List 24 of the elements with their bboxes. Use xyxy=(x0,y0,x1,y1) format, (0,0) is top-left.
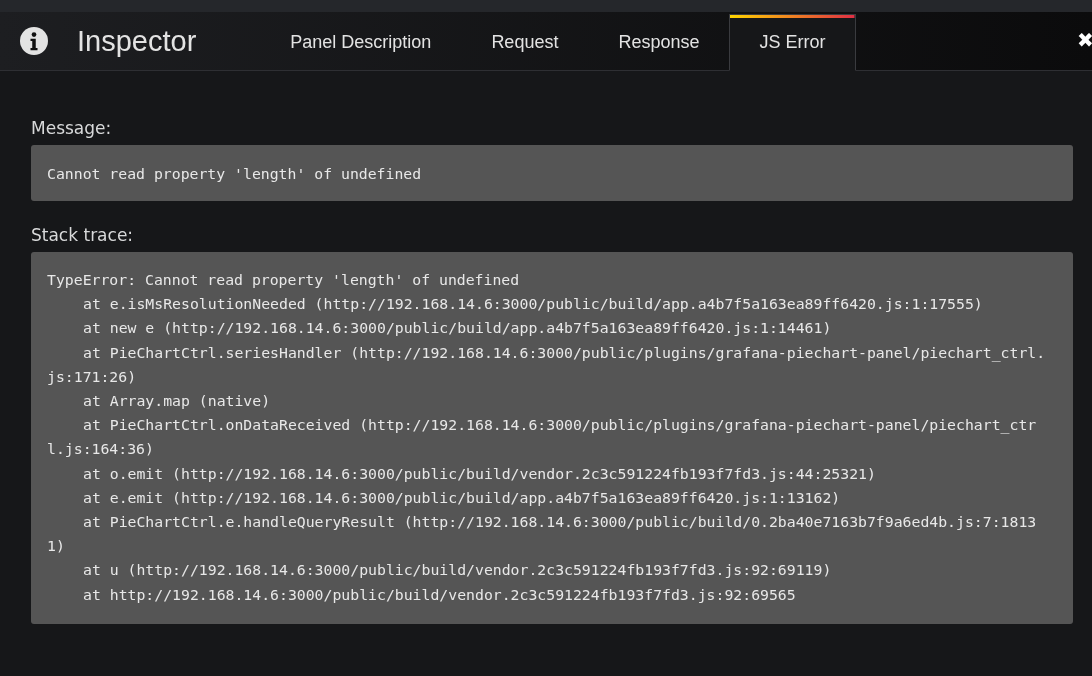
stack-trace-line: at o.emit (http://192.168.14.6:3000/public/build/vendor.2c3c591224fb193f7fd3.js:44:25321) xyxy=(83,464,876,482)
stack-trace-label: Stack trace: xyxy=(31,225,135,245)
stack-trace-line: TypeError: Cannot read property 'length' of undefined xyxy=(47,271,520,288)
message-label: Message: xyxy=(31,118,113,138)
stack-trace-line: at http://192.168.14.6:3000/public/build/vendor.2c3c591224fb193f7fd3.js:92:69565 xyxy=(83,585,796,603)
tab[interactable]: Response xyxy=(588,14,730,70)
stack-trace-line: at PieChartCtrl.e.handleQueryResult (http://192.168.14.6:3000/public/build/0.2ba40e7163b7f9a6ed4b.js:7:1813 xyxy=(83,513,1037,531)
stack-trace-line: at Array.map (native) xyxy=(83,392,271,409)
stack-trace-line: js:171:26) xyxy=(47,367,137,385)
close-button[interactable]: ✖ xyxy=(1073,28,1092,52)
message-text: Cannot read property 'length' of undefined xyxy=(31,145,1073,201)
tab[interactable]: Panel Description xyxy=(260,14,462,70)
tab[interactable]: JS Error xyxy=(729,14,856,71)
inspector-title: Inspector xyxy=(77,24,197,58)
stack-trace-line: at u (http://192.168.14.6:3000/public/build/vendor.2c3c591224fb193f7fd3.js:92:69119) xyxy=(83,561,832,579)
stack-trace-line: at PieChartCtrl.seriesHandler (http://192.168.14.6:3000/public/plugins/grafana-piechart-panel/piechart_ctrl. xyxy=(83,343,1046,361)
stack-trace-line: at e.isMsResolutionNeeded (http://192.168.14.6:3000/public/build/app.a4b7f5a163ea89ff6420.js:1:17555) xyxy=(83,295,983,313)
stack-trace-line: at PieChartCtrl.onDataReceived (http://192.168.14.6:3000/public/plugins/grafana-piechart-panel/piechart_ctr xyxy=(83,416,1037,434)
tab[interactable]: Request xyxy=(461,14,589,70)
stack-trace-line: at new e (http://192.168.14.6:3000/public/build/app.a4b7f5a163ea89ff6420.js:1:14461) xyxy=(83,319,832,337)
stack-trace-line: at e.emit (http://192.168.14.6:3000/public/build/app.a4b7f5a163ea89ff6420.js:1:13162) xyxy=(83,488,841,506)
stack-trace-line: 1) xyxy=(47,537,65,555)
stack-trace-line: l.js:164:36) xyxy=(47,440,154,458)
info-icon xyxy=(20,27,48,55)
